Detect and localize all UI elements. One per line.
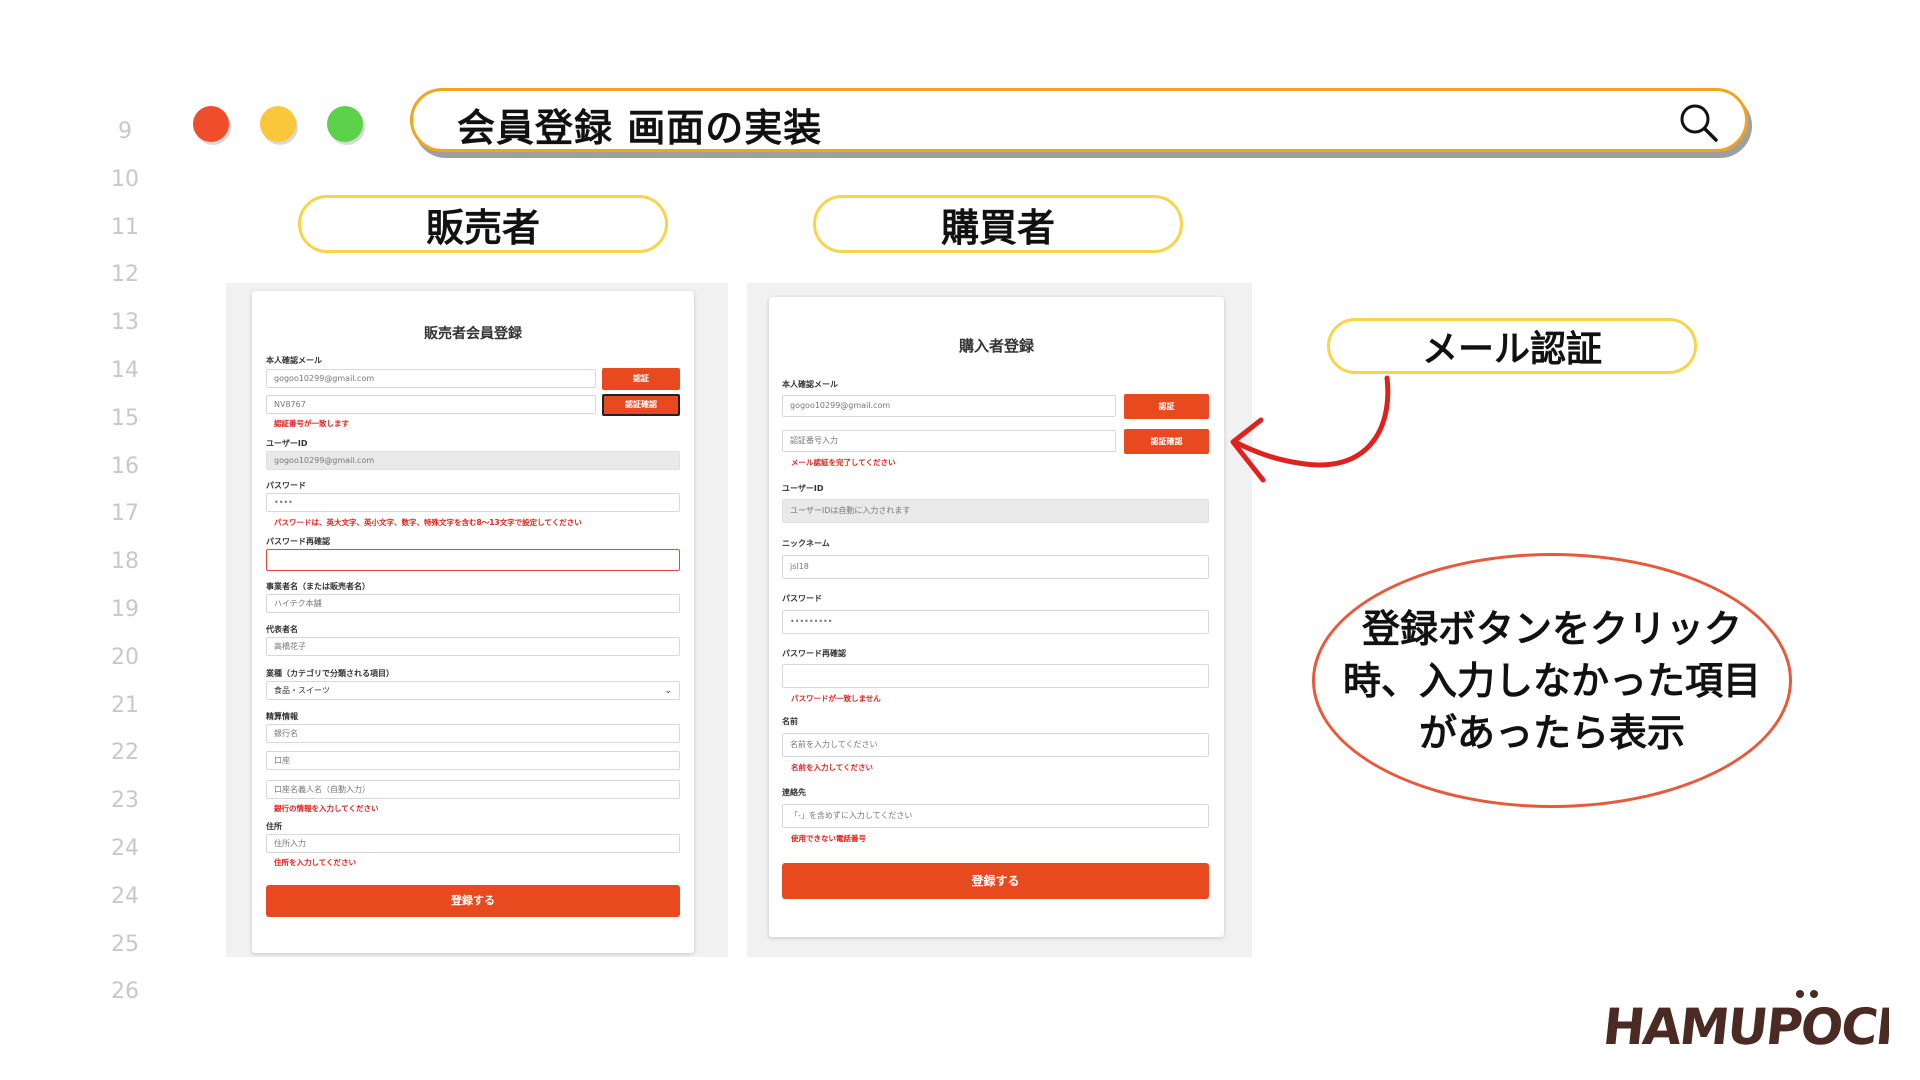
code-input[interactable]: 認証番号入力: [782, 430, 1116, 452]
password-input[interactable]: ••••: [266, 493, 680, 512]
email-label: 本人確認メール: [782, 380, 838, 389]
code-confirm-button[interactable]: 認証確認: [602, 394, 680, 416]
logo-text: HAMUPOCHI: [1604, 997, 1889, 1056]
buyer-form-title: 購入者登録: [958, 337, 1034, 355]
password-error: パスワードは、英大文字、英小文字、数字、特殊文字を含む8〜13文字で設定してくだ…: [274, 518, 582, 527]
buyer-form-screenshot: 購入者登録 本人確認メール gogoo10299@gmail.com 認証 認証…: [747, 283, 1252, 957]
category-selected: 食品・スイーツ: [274, 686, 330, 695]
name-error: 名前を入力してください: [791, 763, 874, 772]
buyer-label: 購買者: [813, 195, 1183, 253]
code-input[interactable]: NV8767: [266, 395, 596, 414]
line-number: 21: [111, 692, 139, 718]
phone-label: 連絡先: [782, 788, 806, 797]
userid-input: gogoo10299@gmail.com: [266, 451, 680, 470]
line-number: 23: [111, 788, 139, 814]
userid-label: ユーザーID: [266, 439, 308, 448]
line-number: 13: [111, 310, 139, 336]
arrow-icon: [1230, 375, 1391, 483]
representative-input[interactable]: 高橋花子: [266, 637, 680, 656]
password-confirm-label: パスワード再確認: [266, 537, 330, 546]
buyer-submit-button[interactable]: 登録する: [782, 863, 1209, 899]
nickname-label: ニックネーム: [782, 539, 830, 548]
password-confirm-input[interactable]: [266, 549, 680, 571]
representative-label: 代表者名: [266, 625, 298, 634]
address-label: 住所: [266, 822, 282, 831]
userid-label: ユーザーID: [782, 484, 824, 493]
category-select[interactable]: 食品・スイーツ ⌄: [266, 681, 680, 700]
line-number: 18: [111, 549, 139, 575]
note-bubble: 登録ボタンをクリック時、入力しなかった項目があったら表示: [1312, 553, 1792, 808]
close-window-dot[interactable]: [193, 106, 229, 142]
buyer-form-card: 購入者登録 本人確認メール gogoo10299@gmail.com 認証 認証…: [769, 297, 1224, 937]
password-confirm-label: パスワード再確認: [782, 649, 846, 658]
password-input[interactable]: •••••••••: [782, 610, 1209, 634]
line-number: 24: [111, 835, 139, 861]
page-title: 会員登録 画面の実装: [457, 106, 823, 150]
note-bubble-text: 登録ボタンをクリック時、入力しなかった項目があったら表示: [1342, 606, 1761, 755]
line-number: 17: [111, 501, 139, 527]
address-input[interactable]: 住所入力: [266, 834, 680, 853]
auth-button[interactable]: 認証: [602, 368, 680, 390]
line-number: 14: [111, 357, 139, 383]
bank-input[interactable]: 銀行名: [266, 724, 680, 743]
line-number: 24: [111, 883, 139, 909]
code-confirm-button[interactable]: 認証確認: [1124, 429, 1209, 454]
seller-submit-button[interactable]: 登録する: [266, 885, 680, 917]
holder-input[interactable]: 口座名義人名（自動入力）: [266, 780, 680, 799]
line-number: 19: [111, 596, 139, 622]
business-name-input[interactable]: ハイテク本舗: [266, 594, 680, 613]
password-error: パスワードが一致しません: [791, 694, 881, 703]
bank-error: 銀行の情報を入力してください: [274, 804, 379, 813]
password-label: パスワード: [266, 481, 306, 490]
line-number: 11: [111, 214, 139, 240]
address-error: 住所を入力してください: [274, 858, 357, 867]
email-input[interactable]: gogoo10299@gmail.com: [782, 395, 1116, 417]
title-search-bar[interactable]: 会員登録 画面の実装: [410, 88, 1748, 152]
phone-input[interactable]: 「-」を含めずに入力してください: [782, 804, 1209, 828]
code-error: 認証番号が一致します: [274, 419, 349, 428]
line-number: 25: [111, 931, 139, 957]
email-label: 本人確認メール: [266, 356, 322, 365]
business-name-label: 事業者名（または販売者名）: [266, 582, 370, 591]
line-number: 16: [111, 453, 139, 479]
line-number: 26: [111, 979, 139, 1005]
search-icon[interactable]: [1677, 101, 1719, 143]
account-input[interactable]: 口座: [266, 751, 680, 770]
line-number: 12: [111, 262, 139, 288]
category-label: 業種（カテゴリで分類される項目）: [266, 669, 394, 678]
minimize-window-dot[interactable]: [260, 106, 296, 142]
name-input[interactable]: 名前を入力してください: [782, 733, 1209, 757]
seller-label: 販売者: [298, 195, 668, 253]
seller-form-screenshot: 販売者会員登録 本人確認メール gogoo10299@gmail.com 認証 …: [226, 283, 728, 957]
mail-error: メール認証を完了してください: [791, 458, 896, 467]
line-number: 9: [118, 119, 132, 144]
line-number: 20: [111, 644, 139, 670]
password-label: パスワード: [782, 594, 822, 603]
line-number: 15: [111, 405, 139, 431]
seller-form-card: 販売者会員登録 本人確認メール gogoo10299@gmail.com 認証 …: [252, 291, 694, 953]
account-label: 精算情報: [266, 712, 298, 721]
line-number: 22: [111, 740, 139, 766]
email-input[interactable]: gogoo10299@gmail.com: [266, 369, 596, 388]
mail-auth-label: メール認証: [1327, 318, 1697, 374]
password-confirm-input[interactable]: [782, 664, 1209, 688]
userid-input: ユーザーIDは自動に入力されます: [782, 499, 1209, 523]
nickname-input[interactable]: jsl18: [782, 555, 1209, 579]
name-label: 名前: [782, 717, 798, 726]
phone-error: 使用できない電話番号: [791, 834, 866, 843]
chevron-down-icon: ⌄: [664, 686, 672, 696]
line-number: 10: [111, 166, 139, 192]
hamupochi-logo: HAMUPOCHI: [1604, 990, 1889, 1056]
seller-form-title: 販売者会員登録: [424, 326, 522, 342]
maximize-window-dot[interactable]: [327, 106, 363, 142]
auth-button[interactable]: 認証: [1124, 394, 1209, 419]
line-numbers: 9 10 11 12 13 14 15 16 17 18 19 20 21 22 23 24 24 25 26: [100, 108, 150, 1016]
